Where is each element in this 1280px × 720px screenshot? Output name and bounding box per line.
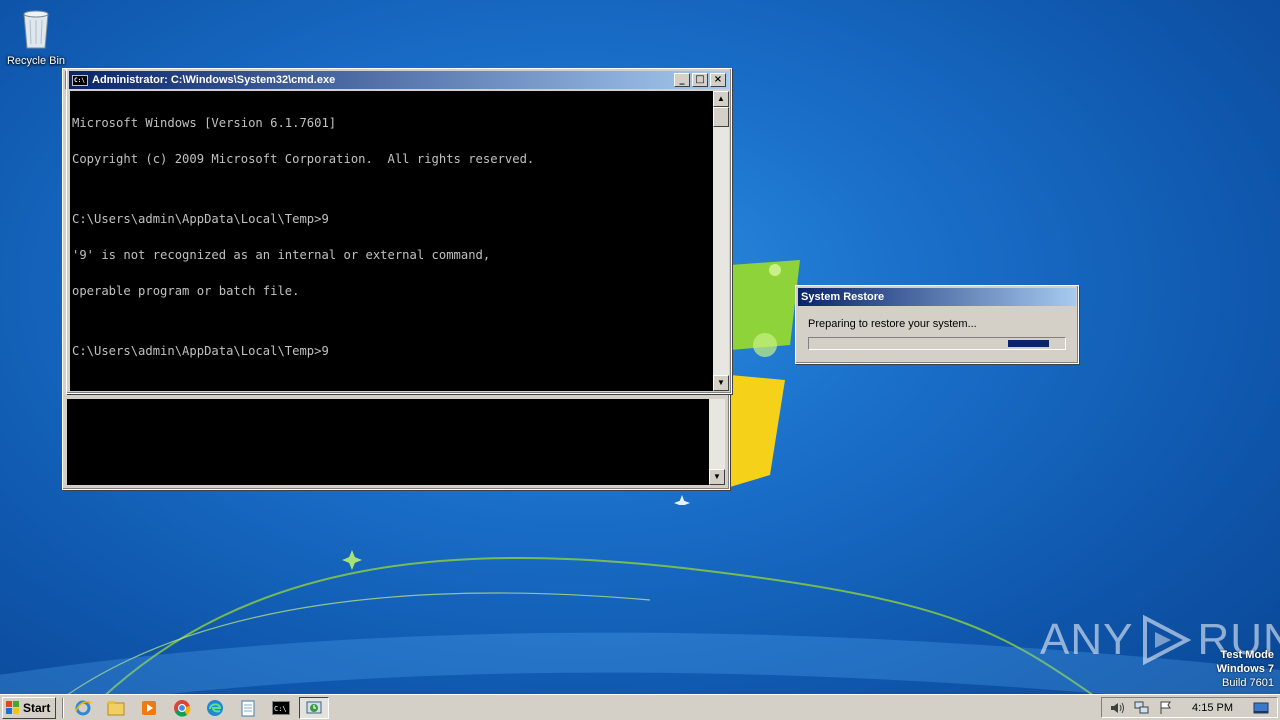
- recycle-bin-label: Recycle Bin: [6, 55, 66, 67]
- chrome-icon: [174, 699, 191, 717]
- console-line: '9' is not recognized as an internal or …: [72, 248, 491, 262]
- restore-icon: [306, 701, 322, 713]
- maximize-button[interactable]: □: [692, 73, 708, 87]
- console-line: Microsoft Windows [Version 6.1.7601]: [72, 116, 337, 130]
- console-line: Copyright (c) 2009 Microsoft Corporation…: [72, 152, 535, 166]
- taskbar-separator: [62, 697, 65, 718]
- system-restore-titlebar[interactable]: System Restore: [798, 288, 1076, 306]
- taskbar: Start C:\ 4:15 PM: [0, 694, 1280, 720]
- system-restore-dialog[interactable]: System Restore Preparing to restore your…: [795, 285, 1079, 364]
- cmd-window-icon[interactable]: C:\: [72, 74, 88, 86]
- scroll-down-arrow[interactable]: ▼: [713, 375, 729, 391]
- cmd-titlebar[interactable]: C:\ Administrator: C:\Windows\System32\c…: [69, 71, 729, 89]
- bg-scroll-down-arrow[interactable]: ▼: [709, 469, 725, 485]
- console-output[interactable]: Microsoft Windows [Version 6.1.7601] Cop…: [70, 91, 713, 391]
- ie-icon: [75, 700, 92, 715]
- console-line: C:\Users\admin\AppData\Local\Temp>9: [72, 212, 329, 226]
- media-player-taskbar-button[interactable]: [134, 697, 164, 719]
- cmd-window[interactable]: C:\ Administrator: C:\Windows\System32\c…: [66, 68, 732, 394]
- edge-taskbar-button[interactable]: [200, 697, 230, 719]
- network-icon: [1134, 701, 1149, 713]
- flag-icon: [1160, 701, 1171, 714]
- speaker-icon: [1111, 702, 1125, 713]
- show-desktop-icon: [1253, 702, 1269, 713]
- close-button[interactable]: ×: [710, 73, 726, 87]
- test-mode-line3: Build 7601: [1222, 677, 1274, 689]
- explorer-taskbar-button[interactable]: [101, 697, 131, 719]
- wallpaper-swoosh: [0, 550, 1280, 700]
- play-logo-icon: [1143, 614, 1192, 666]
- restore-message: Preparing to restore your system...: [808, 318, 977, 330]
- action-center-tray-button[interactable]: [1158, 701, 1174, 715]
- test-mode-line1: Test Mode: [1220, 649, 1274, 661]
- edge-icon: [207, 699, 224, 716]
- progress-fill: [1008, 340, 1049, 347]
- notepad-icon: [241, 700, 255, 716]
- minimize-button[interactable]: _: [674, 73, 690, 87]
- media-player-icon: [142, 700, 157, 715]
- restore-taskbar-button[interactable]: [299, 696, 330, 719]
- watermark-left: ANY: [1040, 615, 1134, 664]
- console-line: operable program or batch file.: [72, 284, 300, 298]
- cmd-vertical-scrollbar[interactable]: ▲ ▼: [713, 91, 729, 391]
- console-prompt: C:\Users\admin\AppData\Local\Temp>9: [72, 344, 329, 358]
- system-tray: 4:15 PM: [1101, 697, 1278, 718]
- bg-vertical-scrollbar[interactable]: ▼: [709, 399, 725, 485]
- test-mode-line2: Windows 7: [1216, 663, 1274, 675]
- cmd-window-title: Administrator: C:\Windows\System32\cmd.e…: [92, 74, 336, 86]
- scroll-thumb[interactable]: [713, 107, 729, 127]
- cmd-taskbar-button[interactable]: C:\: [266, 697, 296, 719]
- restore-progress-bar: [808, 337, 1066, 350]
- test-mode-notice: Test Mode Windows 7 Build 7601: [1217, 648, 1274, 690]
- scroll-up-arrow[interactable]: ▲: [713, 91, 729, 107]
- windows-flag-icon: [6, 700, 19, 714]
- notepad-taskbar-button[interactable]: [233, 697, 263, 719]
- chrome-taskbar-button[interactable]: [167, 697, 197, 719]
- show-desktop-button[interactable]: [1253, 701, 1269, 715]
- explorer-icon: [107, 700, 125, 715]
- system-restore-title: System Restore: [801, 291, 885, 303]
- volume-tray-button[interactable]: [1110, 701, 1126, 715]
- svg-text:C:\: C:\: [274, 705, 287, 713]
- taskbar-clock[interactable]: 4:15 PM: [1192, 702, 1233, 714]
- start-label: Start: [23, 700, 51, 715]
- recycle-bin-shortcut[interactable]: Recycle Bin: [4, 6, 68, 67]
- recycle-bin-icon: [23, 10, 49, 49]
- ie-taskbar-button[interactable]: [68, 697, 98, 719]
- start-button[interactable]: Start: [2, 696, 57, 719]
- network-tray-button[interactable]: [1134, 701, 1150, 715]
- cmd-icon: C:\: [272, 700, 291, 715]
- bg-console-area[interactable]: [67, 399, 709, 485]
